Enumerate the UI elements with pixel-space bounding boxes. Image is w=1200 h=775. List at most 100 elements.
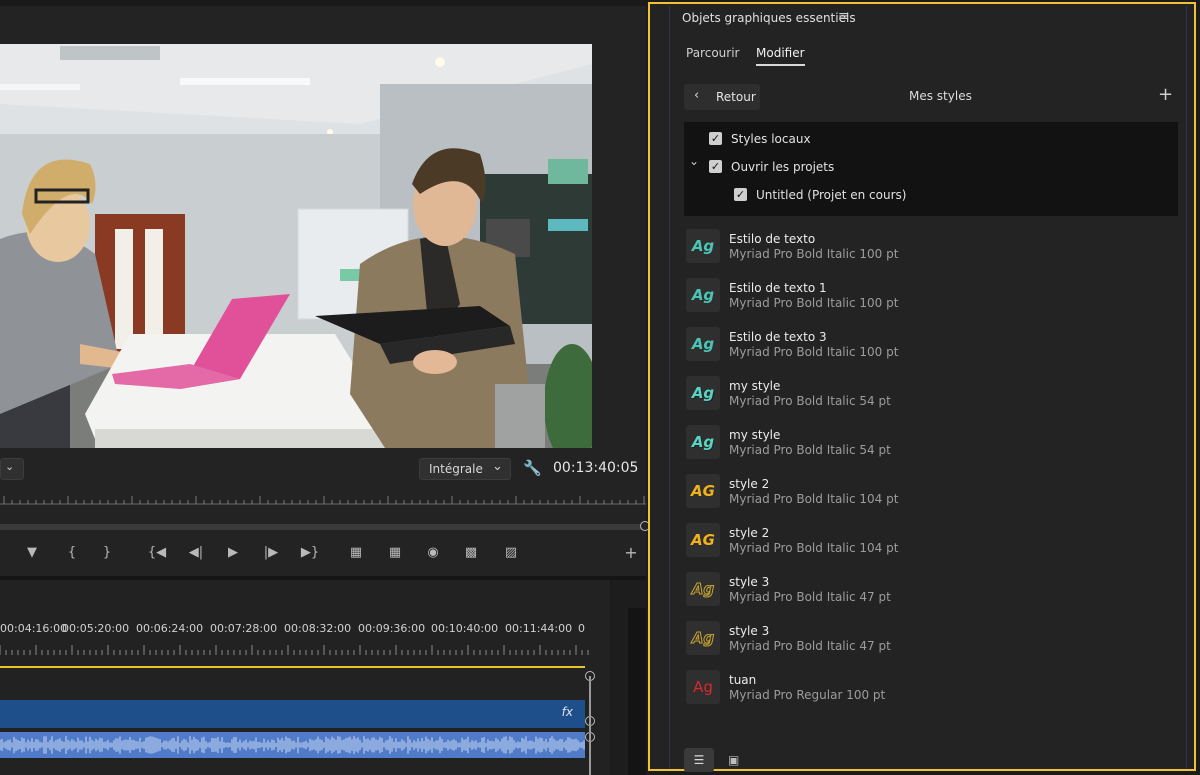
multicam-icon[interactable]: ▨ <box>500 540 522 566</box>
style-name: my style <box>729 428 781 442</box>
go-to-out-icon[interactable]: ▶} <box>299 540 321 566</box>
fit-dropdown-value: Intégrale <box>429 462 483 476</box>
timeline-end-line <box>589 676 591 775</box>
tree-item-label[interactable]: Styles locaux <box>731 132 811 146</box>
style-thumbnail: Ag <box>686 621 720 655</box>
back-button-label: Retour <box>716 90 756 104</box>
playhead-timecode[interactable]: 00:13:40:05 <box>553 460 638 476</box>
style-item[interactable]: Ag Estilo de texto 1 Myriad Pro Bold Ita… <box>686 278 1166 314</box>
style-item[interactable]: Ag my style Myriad Pro Bold Italic 54 pt <box>686 376 1166 412</box>
tree-item-label[interactable]: Ouvrir les projets <box>731 160 834 174</box>
monitor-top-divider <box>0 0 646 6</box>
tab-modifier[interactable]: Modifier <box>756 46 805 66</box>
timeline-ticks <box>0 645 589 655</box>
chevron-left-icon: ‹ <box>694 88 700 103</box>
style-item[interactable]: AG style 2 Myriad Pro Bold Italic 104 pt <box>686 474 1166 510</box>
style-name: style 3 <box>729 624 770 638</box>
chevron-down-icon: ⌄ <box>5 460 15 473</box>
style-name: my style <box>729 379 781 393</box>
mark-in-icon[interactable]: { <box>61 540 83 566</box>
audio-clip[interactable] <box>0 732 585 758</box>
monitor-controls-row: ⌄ Intégrale ⌄ 🔧 00:13:40:05 <box>0 458 646 482</box>
tab-parcourir[interactable]: Parcourir <box>686 46 739 60</box>
time-label: 0 <box>578 622 585 635</box>
checkbox-untitled[interactable]: ✓ <box>734 188 747 201</box>
audio-waveform <box>0 736 585 754</box>
fx-badge: fx <box>561 705 573 719</box>
view-toggle-bar: ☰ ▣ <box>684 748 744 772</box>
style-description: Myriad Pro Bold Italic 54 pt <box>729 443 891 457</box>
style-description: Myriad Pro Bold Italic 104 pt <box>729 541 899 555</box>
time-label: 00:09:36:00 <box>358 622 426 635</box>
style-item[interactable]: Ag tuan Myriad Pro Regular 100 pt <box>686 670 1166 706</box>
checkbox-styles-locaux[interactable]: ✓ <box>709 132 722 145</box>
timeline-ruler-labels: 00:04:16:00 00:05:20:00 00:06:24:00 00:0… <box>0 622 600 638</box>
style-item[interactable]: Ag Estilo de texto 3 Myriad Pro Bold Ita… <box>686 327 1166 363</box>
program-monitor: ⌄ Intégrale ⌄ 🔧 00:13:40:05 ▼ { } {◀ ◀| … <box>0 0 650 578</box>
style-item[interactable]: AG style 2 Myriad Pro Bold Italic 104 pt <box>686 523 1166 559</box>
video-clip[interactable]: fx <box>0 700 585 728</box>
style-source-tree: ✓ Styles locaux ⌄ ✓ Ouvrir les projets ✓… <box>684 122 1178 216</box>
style-description: Myriad Pro Bold Italic 47 pt <box>729 639 891 653</box>
tree-item-label[interactable]: Untitled (Projet en cours) <box>756 188 906 202</box>
style-name: style 2 <box>729 526 770 540</box>
thumbnail-view-icon[interactable]: ▣ <box>728 750 742 770</box>
add-style-icon[interactable]: + <box>1158 84 1173 105</box>
camera-icon[interactable]: ◉ <box>422 540 444 566</box>
style-thumbnail: Ag <box>686 572 720 606</box>
go-to-in-icon[interactable]: {◀ <box>146 540 168 566</box>
lift-icon[interactable]: ▦ <box>345 540 367 566</box>
play-icon[interactable]: ▶ <box>222 540 244 566</box>
style-item[interactable]: Ag style 3 Myriad Pro Bold Italic 47 pt <box>686 572 1166 608</box>
extract-icon[interactable]: ▦ <box>384 540 406 566</box>
checkbox-ouvrir-projets[interactable]: ✓ <box>709 160 722 173</box>
list-view-icon[interactable]: ☰ <box>684 748 714 772</box>
audio-meter-panel <box>612 580 646 775</box>
style-name: tuan <box>729 673 757 687</box>
step-back-icon[interactable]: ◀| <box>185 540 207 566</box>
time-label: 00:05:20:00 <box>62 622 130 635</box>
compare-view-icon[interactable]: ▩ <box>460 540 482 566</box>
style-description: Myriad Pro Bold Italic 100 pt <box>729 345 899 359</box>
time-label: 00:04:16:00 <box>0 622 68 635</box>
zoom-dropdown[interactable]: ⌄ <box>0 458 24 480</box>
video-frame-image <box>0 44 592 448</box>
style-name: style 2 <box>729 477 770 491</box>
style-description: Myriad Pro Bold Italic 54 pt <box>729 394 891 408</box>
mark-out-icon[interactable]: } <box>96 540 118 566</box>
panel-divider <box>0 576 646 580</box>
style-thumbnail: Ag <box>686 229 720 263</box>
style-thumbnail: Ag <box>686 327 720 361</box>
video-preview[interactable] <box>0 44 592 448</box>
chevron-down-icon[interactable]: ⌄ <box>689 154 699 168</box>
add-button-icon[interactable]: + <box>620 540 642 566</box>
style-description: Myriad Pro Bold Italic 47 pt <box>729 590 891 604</box>
style-name: Estilo de texto 3 <box>729 330 827 344</box>
wrench-icon[interactable]: 🔧 <box>523 458 542 478</box>
style-item[interactable]: Ag my style Myriad Pro Bold Italic 54 pt <box>686 425 1166 461</box>
fit-dropdown[interactable]: Intégrale ⌄ <box>419 458 511 480</box>
timeline-ruler[interactable] <box>0 640 590 655</box>
panel-menu-icon[interactable]: ≡ <box>838 9 849 24</box>
monitor-ruler <box>0 490 646 510</box>
style-item[interactable]: Ag Estilo de texto Myriad Pro Bold Itali… <box>686 229 1166 265</box>
work-area-bar[interactable] <box>0 666 585 668</box>
time-label: 00:08:32:00 <box>284 622 352 635</box>
panel-title: Objets graphiques essentiels <box>682 11 856 25</box>
style-thumbnail: AG <box>686 474 720 508</box>
ruler-ticks <box>0 496 646 505</box>
scrub-bar[interactable] <box>0 524 646 530</box>
time-label: 00:06:24:00 <box>136 622 204 635</box>
style-description: Myriad Pro Bold Italic 100 pt <box>729 296 899 310</box>
audio-meter <box>628 608 646 775</box>
back-button[interactable]: ‹ Retour <box>684 84 760 110</box>
chevron-down-icon: ⌄ <box>492 459 503 474</box>
step-forward-icon[interactable]: |▶ <box>260 540 282 566</box>
style-description: Myriad Pro Regular 100 pt <box>729 688 886 702</box>
transport-controls: ▼ { } {◀ ◀| ▶ |▶ ▶} ▦ ▦ ◉ ▩ ▨ + <box>0 540 646 566</box>
style-thumbnail: AG <box>686 523 720 557</box>
style-description: Myriad Pro Bold Italic 104 pt <box>729 492 899 506</box>
add-marker-icon[interactable]: ▼ <box>21 540 43 566</box>
section-title: Mes styles <box>909 89 972 103</box>
style-item[interactable]: Ag style 3 Myriad Pro Bold Italic 47 pt <box>686 621 1166 657</box>
